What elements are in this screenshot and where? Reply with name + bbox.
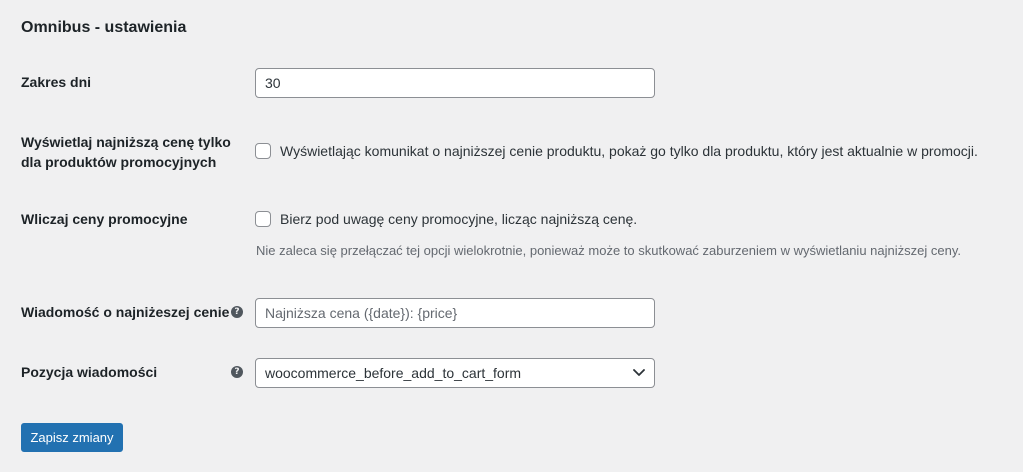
show-only-promo-label: Wyświetlaj najniższą cenę tylko dla prod… — [21, 132, 231, 172]
include-promo-prices-description: Nie zaleca się przełączać tej opcji wiel… — [256, 243, 961, 258]
days-range-input[interactable] — [255, 68, 655, 98]
message-position-select[interactable]: woocommerce_before_add_to_cart_form — [255, 358, 655, 388]
message-position-label: Pozycja wiadomości — [21, 364, 158, 380]
message-position-selected-value: woocommerce_before_add_to_cart_form — [265, 365, 522, 381]
help-icon[interactable]: ? — [231, 366, 243, 378]
show-only-promo-label-line1: Wyświetlaj najniższą cenę tylko — [21, 134, 231, 150]
lowest-price-message-input[interactable] — [255, 298, 655, 328]
page-title: Omnibus - ustawienia — [21, 19, 187, 36]
show-only-promo-label-line2: dla produktów promocyjnych — [21, 154, 217, 170]
help-icon[interactable]: ? — [231, 306, 243, 318]
include-promo-prices-label: Wliczaj ceny promocyjne — [21, 211, 188, 227]
chevron-down-icon — [633, 369, 645, 376]
save-button[interactable]: Zapisz zmiany — [21, 423, 123, 452]
show-only-promo-checkbox-label[interactable]: Wyświetlając komunikat o najniższej ceni… — [280, 142, 978, 160]
include-promo-prices-checkbox[interactable] — [255, 211, 271, 227]
days-range-label: Zakres dni — [21, 74, 92, 90]
include-promo-prices-checkbox-label[interactable]: Bierz pod uwagę ceny promocyjne, licząc … — [280, 210, 637, 228]
show-only-promo-checkbox[interactable] — [255, 143, 271, 159]
lowest-price-message-label: Wiadomość o najniżeszej cenie — [21, 304, 230, 320]
